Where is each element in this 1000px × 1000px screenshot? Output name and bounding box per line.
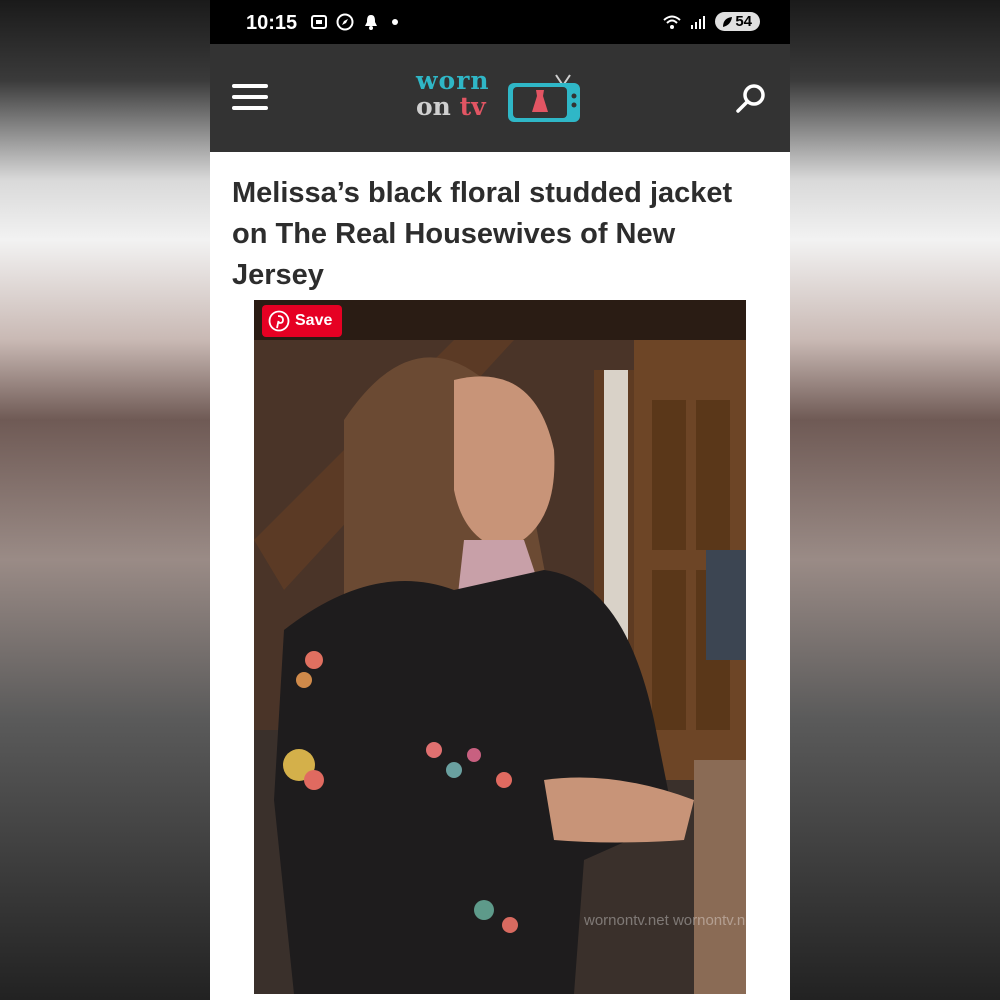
- status-time: 10:15: [246, 12, 298, 34]
- battery-level: 54: [735, 13, 752, 30]
- logo-on-tv: on tv: [416, 92, 486, 121]
- screenshot-icon: [311, 15, 327, 29]
- menu-button[interactable]: [232, 84, 268, 112]
- status-icons-right: 54: [663, 12, 760, 31]
- bell-icon: [365, 15, 377, 30]
- menu-line: [232, 95, 268, 99]
- wifi-icon: [663, 15, 681, 29]
- pinterest-icon: [268, 310, 290, 332]
- battery-indicator: 54: [715, 12, 760, 31]
- site-header: worn on tv: [210, 44, 790, 152]
- compass-icon: [336, 13, 354, 31]
- logo-tv: tv: [459, 92, 486, 121]
- save-label: Save: [295, 312, 333, 329]
- notification-dot-icon: [392, 19, 398, 25]
- status-icons-left: [310, 13, 398, 31]
- signal-icon: [691, 15, 706, 29]
- scene-illustration: [254, 300, 746, 994]
- search-icon[interactable]: [734, 82, 768, 116]
- menu-line: [232, 84, 268, 88]
- article-photo: Save wornontv.net wornontv.net wornontv.…: [254, 300, 746, 994]
- phone-screen: 10:15 54 worn on tv Melissa’s black flor…: [210, 0, 790, 1000]
- site-logo[interactable]: worn on tv: [416, 62, 588, 132]
- pinterest-save-button[interactable]: Save: [262, 305, 343, 337]
- tv-dress-icon: [508, 74, 580, 122]
- logo-worn: worn: [416, 66, 490, 95]
- menu-line: [232, 106, 268, 110]
- logo-on: on: [416, 92, 451, 121]
- status-bar: 10:15 54: [210, 0, 790, 44]
- battery-saver-icon: [723, 16, 733, 27]
- image-watermark: wornontv.net wornontv.net wornontv.net: [584, 912, 746, 929]
- article-title: Melissa’s black floral studded jacket on…: [232, 177, 733, 292]
